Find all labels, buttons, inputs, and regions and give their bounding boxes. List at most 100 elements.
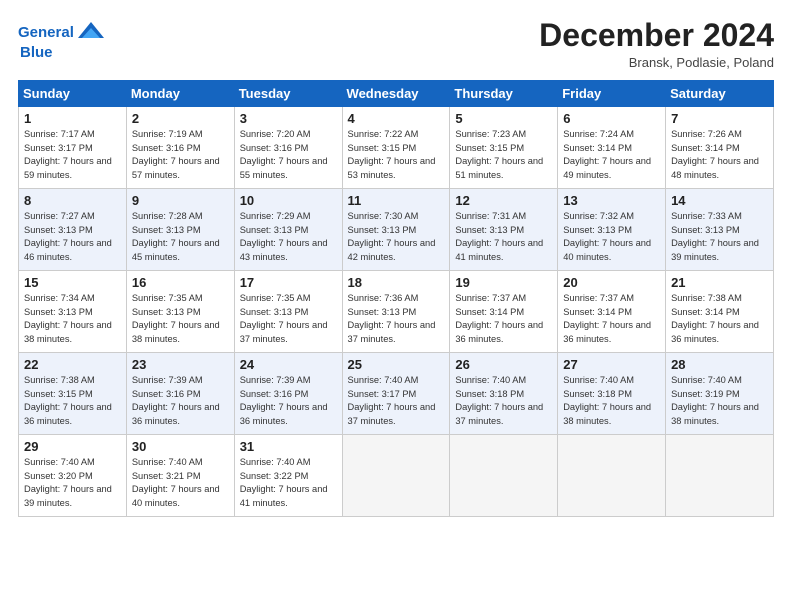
calendar-day-cell: 29 Sunrise: 7:40 AMSunset: 3:20 PMDayligh… — [19, 435, 127, 517]
day-info: Sunrise: 7:39 AMSunset: 3:16 PMDaylight:… — [240, 374, 338, 428]
day-number: 1 — [24, 111, 122, 126]
month-title: December 2024 — [539, 18, 774, 53]
calendar-header-tuesday: Tuesday — [234, 81, 342, 107]
header: General Blue December 2024 Bransk, Podla… — [18, 18, 774, 70]
day-number: 29 — [24, 439, 122, 454]
day-number: 21 — [671, 275, 769, 290]
day-number: 8 — [24, 193, 122, 208]
calendar-day-cell: 18 Sunrise: 7:36 AMSunset: 3:13 PMDayligh… — [342, 271, 450, 353]
day-info: Sunrise: 7:24 AMSunset: 3:14 PMDaylight:… — [563, 128, 661, 182]
day-info: Sunrise: 7:29 AMSunset: 3:13 PMDaylight:… — [240, 210, 338, 264]
calendar-day-cell: 1 Sunrise: 7:17 AMSunset: 3:17 PMDaylight… — [19, 107, 127, 189]
calendar-day-cell: 24 Sunrise: 7:39 AMSunset: 3:16 PMDayligh… — [234, 353, 342, 435]
day-number: 20 — [563, 275, 661, 290]
calendar-day-cell: 27 Sunrise: 7:40 AMSunset: 3:18 PMDayligh… — [558, 353, 666, 435]
day-number: 11 — [348, 193, 446, 208]
day-info: Sunrise: 7:38 AMSunset: 3:14 PMDaylight:… — [671, 292, 769, 346]
day-info: Sunrise: 7:20 AMSunset: 3:16 PMDaylight:… — [240, 128, 338, 182]
calendar-header-friday: Friday — [558, 81, 666, 107]
calendar-day-cell: 4 Sunrise: 7:22 AMSunset: 3:15 PMDaylight… — [342, 107, 450, 189]
day-info: Sunrise: 7:36 AMSunset: 3:13 PMDaylight:… — [348, 292, 446, 346]
day-info: Sunrise: 7:35 AMSunset: 3:13 PMDaylight:… — [132, 292, 230, 346]
day-info: Sunrise: 7:39 AMSunset: 3:16 PMDaylight:… — [132, 374, 230, 428]
day-number: 5 — [455, 111, 553, 126]
day-info: Sunrise: 7:31 AMSunset: 3:13 PMDaylight:… — [455, 210, 553, 264]
calendar-header-monday: Monday — [126, 81, 234, 107]
day-info: Sunrise: 7:40 AMSunset: 3:18 PMDaylight:… — [455, 374, 553, 428]
day-info: Sunrise: 7:27 AMSunset: 3:13 PMDaylight:… — [24, 210, 122, 264]
calendar-header-saturday: Saturday — [666, 81, 774, 107]
calendar-week-row: 22Sunrise: 7:38 AMSunset: 3:15 PMDayligh… — [19, 353, 774, 435]
calendar-day-cell: 3 Sunrise: 7:20 AMSunset: 3:16 PMDaylight… — [234, 107, 342, 189]
day-number: 12 — [455, 193, 553, 208]
day-number: 31 — [240, 439, 338, 454]
day-number: 28 — [671, 357, 769, 372]
day-info: Sunrise: 7:28 AMSunset: 3:13 PMDaylight:… — [132, 210, 230, 264]
day-number: 4 — [348, 111, 446, 126]
day-info: Sunrise: 7:32 AMSunset: 3:13 PMDaylight:… — [563, 210, 661, 264]
calendar-day-cell: 16 Sunrise: 7:35 AMSunset: 3:13 PMDayligh… — [126, 271, 234, 353]
day-info: Sunrise: 7:30 AMSunset: 3:13 PMDaylight:… — [348, 210, 446, 264]
calendar-day-cell: 10 Sunrise: 7:29 AMSunset: 3:13 PMDayligh… — [234, 189, 342, 271]
day-number: 17 — [240, 275, 338, 290]
day-info: Sunrise: 7:38 AMSunset: 3:15 PMDaylight:… — [24, 374, 122, 428]
day-number: 24 — [240, 357, 338, 372]
day-info: Sunrise: 7:40 AMSunset: 3:17 PMDaylight:… — [348, 374, 446, 428]
calendar-day-cell — [450, 435, 558, 517]
day-info: Sunrise: 7:17 AMSunset: 3:17 PMDaylight:… — [24, 128, 122, 182]
calendar-week-row: 15 Sunrise: 7:34 AMSunset: 3:13 PMDayligh… — [19, 271, 774, 353]
day-info: Sunrise: 7:22 AMSunset: 3:15 PMDaylight:… — [348, 128, 446, 182]
calendar-week-row: 8 Sunrise: 7:27 AMSunset: 3:13 PMDaylight… — [19, 189, 774, 271]
day-number: 6 — [563, 111, 661, 126]
calendar-day-cell: 23 Sunrise: 7:39 AMSunset: 3:16 PMDayligh… — [126, 353, 234, 435]
calendar-header-row: SundayMondayTuesdayWednesdayThursdayFrid… — [19, 81, 774, 107]
day-info: Sunrise: 7:40 AMSunset: 3:19 PMDaylight:… — [671, 374, 769, 428]
calendar-week-row: 1 Sunrise: 7:17 AMSunset: 3:17 PMDaylight… — [19, 107, 774, 189]
day-number: 30 — [132, 439, 230, 454]
calendar-day-cell: 2 Sunrise: 7:19 AMSunset: 3:16 PMDaylight… — [126, 107, 234, 189]
calendar-day-cell: 6 Sunrise: 7:24 AMSunset: 3:14 PMDaylight… — [558, 107, 666, 189]
day-number: 9 — [132, 193, 230, 208]
calendar-day-cell: 9 Sunrise: 7:28 AMSunset: 3:13 PMDaylight… — [126, 189, 234, 271]
day-info: Sunrise: 7:37 AMSunset: 3:14 PMDaylight:… — [455, 292, 553, 346]
calendar-table: SundayMondayTuesdayWednesdayThursdayFrid… — [18, 80, 774, 517]
page: General Blue December 2024 Bransk, Podla… — [0, 0, 792, 612]
day-info: Sunrise: 7:40 AMSunset: 3:18 PMDaylight:… — [563, 374, 661, 428]
day-number: 25 — [348, 357, 446, 372]
calendar-header-wednesday: Wednesday — [342, 81, 450, 107]
logo-text: General — [18, 25, 74, 42]
day-number: 26 — [455, 357, 553, 372]
calendar-day-cell — [666, 435, 774, 517]
day-info: Sunrise: 7:26 AMSunset: 3:14 PMDaylight:… — [671, 128, 769, 182]
day-info: Sunrise: 7:23 AMSunset: 3:15 PMDaylight:… — [455, 128, 553, 182]
day-info: Sunrise: 7:37 AMSunset: 3:14 PMDaylight:… — [563, 292, 661, 346]
day-number: 15 — [24, 275, 122, 290]
calendar-day-cell: 30Sunrise: 7:40 AMSunset: 3:21 PMDayligh… — [126, 435, 234, 517]
calendar-day-cell — [558, 435, 666, 517]
day-number: 10 — [240, 193, 338, 208]
day-number: 3 — [240, 111, 338, 126]
day-number: 27 — [563, 357, 661, 372]
day-number: 2 — [132, 111, 230, 126]
day-info: Sunrise: 7:19 AMSunset: 3:16 PMDaylight:… — [132, 128, 230, 182]
calendar-day-cell: 7 Sunrise: 7:26 AMSunset: 3:14 PMDaylight… — [666, 107, 774, 189]
calendar-day-cell: 31 Sunrise: 7:40 AMSunset: 3:22 PMDayligh… — [234, 435, 342, 517]
title-block: December 2024 Bransk, Podlasie, Poland — [539, 18, 774, 70]
day-info: Sunrise: 7:35 AMSunset: 3:13 PMDaylight:… — [240, 292, 338, 346]
logo-icon — [76, 18, 106, 48]
day-info: Sunrise: 7:34 AMSunset: 3:13 PMDaylight:… — [24, 292, 122, 346]
calendar-day-cell: 14Sunrise: 7:33 AMSunset: 3:13 PMDayligh… — [666, 189, 774, 271]
day-number: 18 — [348, 275, 446, 290]
day-info: Sunrise: 7:40 AMSunset: 3:20 PMDaylight:… — [24, 456, 122, 510]
day-number: 7 — [671, 111, 769, 126]
day-number: 16 — [132, 275, 230, 290]
calendar-day-cell: 17 Sunrise: 7:35 AMSunset: 3:13 PMDayligh… — [234, 271, 342, 353]
day-info: Sunrise: 7:40 AMSunset: 3:22 PMDaylight:… — [240, 456, 338, 510]
calendar-day-cell: 8 Sunrise: 7:27 AMSunset: 3:13 PMDaylight… — [19, 189, 127, 271]
calendar-header-thursday: Thursday — [450, 81, 558, 107]
calendar-day-cell: 15 Sunrise: 7:34 AMSunset: 3:13 PMDayligh… — [19, 271, 127, 353]
day-number: 23 — [132, 357, 230, 372]
calendar-day-cell: 11 Sunrise: 7:30 AMSunset: 3:13 PMDayligh… — [342, 189, 450, 271]
calendar-day-cell: 25 Sunrise: 7:40 AMSunset: 3:17 PMDayligh… — [342, 353, 450, 435]
calendar-day-cell: 19Sunrise: 7:37 AMSunset: 3:14 PMDayligh… — [450, 271, 558, 353]
